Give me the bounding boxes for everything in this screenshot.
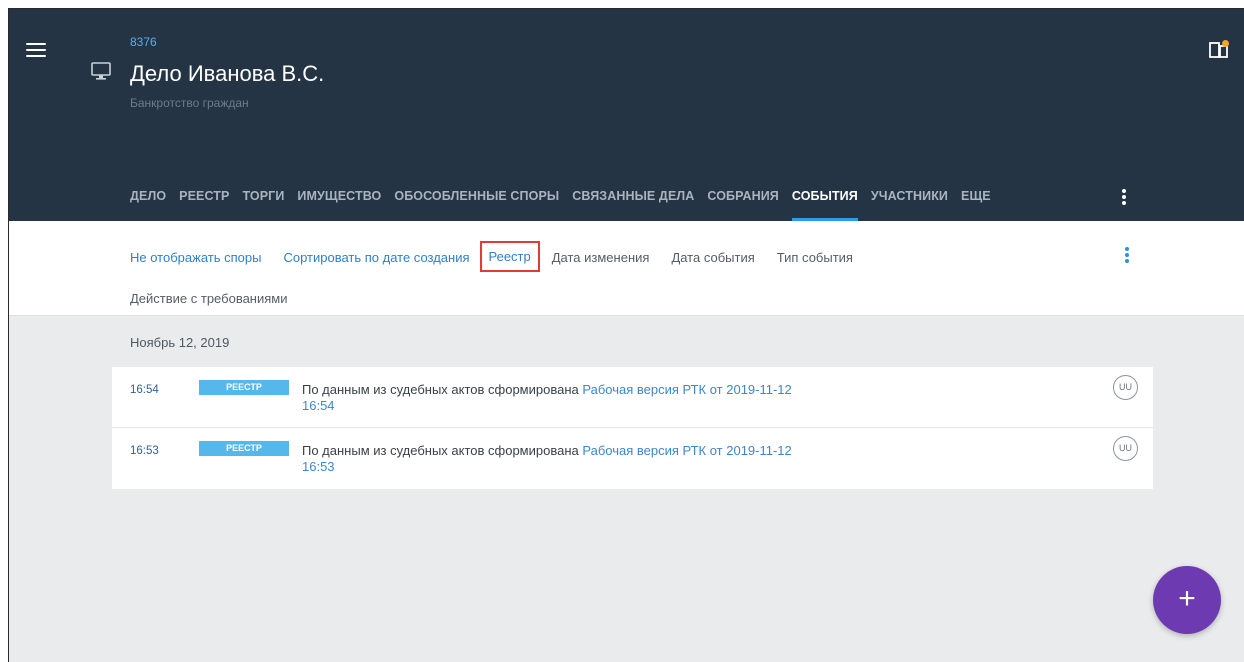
filter-date-changed[interactable]: Дата изменения [552,250,650,265]
user-avatar[interactable]: UU [1113,436,1138,461]
case-type: Банкротство граждан [130,96,249,110]
tab-meetings[interactable]: СОБРАНИЯ [707,181,779,221]
add-event-button[interactable]: + [1153,566,1221,634]
date-heading: Ноябрь 12, 2019 [130,335,230,350]
tab-events[interactable]: СОБЫТИЯ [791,181,858,221]
tab-imushchestvo[interactable]: ИМУЩЕСТВО [297,181,381,221]
monitor-icon [91,62,111,80]
event-time: 16:54 [130,384,159,396]
filter-event-type[interactable]: Тип события [777,250,853,265]
event-description: По данным из судебных актов сформирована… [302,382,822,414]
menu-icon[interactable] [26,43,46,59]
event-description: По данным из судебных актов сформирована… [302,443,822,475]
app-window: 8376 Дело Иванова В.С. Банкротство гражд… [8,8,1244,662]
filter-row: Не отображать споры Сортировать по дате … [130,241,875,272]
case-tabs: ДЕЛО РЕЕСТР ТОРГИ ИМУЩЕСТВО ОБОСОБЛЕННЫЕ… [130,181,1004,221]
tab-more[interactable]: ЕЩЕ [961,181,991,221]
apps-notification-icon[interactable] [1208,39,1230,61]
tab-separate-disputes[interactable]: ОБОСОБЛЕННЫЕ СПОРЫ [394,181,559,221]
more-vertical-icon[interactable] [1121,189,1127,207]
tab-torgi[interactable]: ТОРГИ [242,181,284,221]
event-badge: РЕЕСТР [199,441,289,456]
filter-event-date[interactable]: Дата события [671,250,754,265]
event-row[interactable]: 16:53 РЕЕСТР По данным из судебных актов… [112,428,1153,489]
case-title: Дело Иванова В.С. [130,61,325,86]
tab-delo[interactable]: ДЕЛО [130,181,166,221]
events-filter-bar: Не отображать споры Сортировать по дате … [9,221,1244,316]
filter-claims-action[interactable]: Действие с требованиями [130,291,288,306]
event-badge: РЕЕСТР [199,380,289,395]
tab-participants[interactable]: УЧАСТНИКИ [871,181,948,221]
filter-more-icon[interactable] [1124,247,1130,265]
event-row[interactable]: 16:54 РЕЕСТР По данным из судебных актов… [112,367,1153,428]
event-text: По данным из судебных актов сформирована [302,443,583,458]
tab-related-cases[interactable]: СВЯЗАННЫЕ ДЕЛА [572,181,694,221]
filter-registry[interactable]: Реестр [479,241,540,272]
event-time: 16:53 [130,445,159,457]
events-list: 16:54 РЕЕСТР По данным из судебных актов… [112,367,1153,489]
event-text: По данным из судебных актов сформирована [302,382,583,397]
user-avatar[interactable]: UU [1113,375,1138,400]
case-number: 8376 [130,35,157,49]
filter-sort-by-creation[interactable]: Сортировать по дате создания [283,250,469,265]
tab-reestr[interactable]: РЕЕСТР [179,181,229,221]
filter-hide-disputes[interactable]: Не отображать споры [130,250,261,265]
case-header: 8376 Дело Иванова В.С. Банкротство гражд… [9,9,1244,221]
